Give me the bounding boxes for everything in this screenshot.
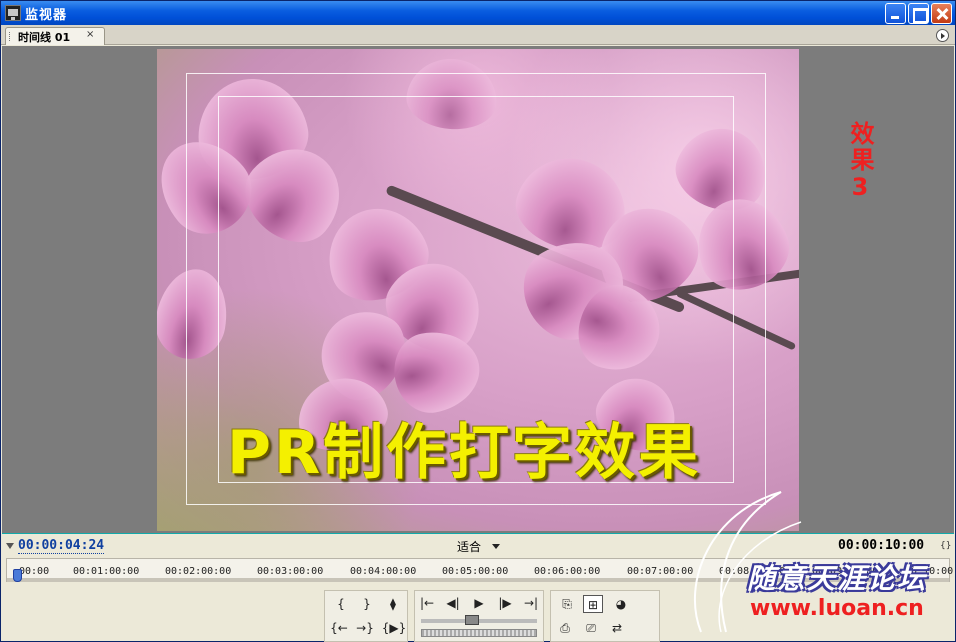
video-frame: PR制作打字效果 [157,49,799,531]
shuttle-track[interactable] [421,619,537,623]
ruler-tick: 00:04:00:00 [350,566,417,577]
program-monitor-view[interactable]: PR制作打字效果 效果3 [2,46,954,533]
watermark-line-2: www.luoan.cn [750,596,924,621]
chevron-down-icon[interactable] [492,544,500,549]
marker-controls: { } ⧫ {← →} {▶} [324,590,408,642]
set-marker-icon[interactable]: ⧫ [383,595,403,613]
monitor-window: 监视器 时间线 01 × PR制作打字效果 效果3 00:00:04:24 适合… [0,0,956,642]
video-title-text: PR制作打字效果 [227,418,702,488]
effect-label: 效果3 [846,121,874,203]
ruler-tick: 00:00 [19,566,50,577]
goto-out-button[interactable]: →} [355,619,375,637]
output-controls: ⎘ ⊞ ◕ ⎙ ⎚ ⇄ [550,590,660,642]
step-to-end-button[interactable]: →| [521,594,541,612]
monitor-controls: 00:00:04:24 适合 00:00:10:00 {} 00:00 00:0… [2,491,954,642]
duration-timecode: 00:00:10:00 [838,538,925,553]
output-icon[interactable]: ◕ [611,595,631,613]
tab-close-icon[interactable]: × [86,29,94,40]
current-timecode[interactable]: 00:00:04:24 [18,538,105,554]
step-back-button[interactable]: ◀| [443,594,463,612]
jog-wheel[interactable] [421,629,537,637]
trim-icon[interactable]: ⇄ [607,619,627,637]
loop-icon[interactable]: ⎘ [557,595,577,613]
close-button[interactable] [931,3,952,24]
ruler-tick: 00:02:00:00 [165,566,232,577]
playhead-handle[interactable] [13,569,22,582]
maximize-button[interactable] [908,3,929,24]
tab-strip: 时间线 01 × [1,25,955,45]
step-forward-button[interactable]: |▶ [495,594,515,612]
goto-in-button[interactable]: {← [329,619,349,637]
ruler-tick: 00:03:00:00 [257,566,324,577]
playback-controls: |← ◀| ▶ |▶ →| [414,590,544,642]
ruler-tick: 00:06:00:00 [534,566,601,577]
safe-margins-icon[interactable]: ⊞ [583,595,603,613]
extract-icon[interactable]: ⎚ [581,619,601,637]
lift-icon[interactable]: ⎙ [555,619,575,637]
tab-grip-icon[interactable] [9,32,12,41]
step-to-start-button[interactable]: |← [417,594,437,612]
title-bar[interactable]: 监视器 [1,1,955,25]
watermark-line-1: 随意天涯论坛 [747,562,928,595]
monitor-app-icon [5,5,21,21]
current-time-marker-icon [6,543,14,549]
play-button[interactable]: ▶ [469,594,489,612]
transport-controls: { } ⧫ {← →} {▶} |← ◀| ▶ |▶ →| ⎘ ⊞ ◕ ⎙ ⎚ … [324,590,660,642]
set-out-button[interactable]: } [357,595,377,613]
window-title: 监视器 [25,8,68,23]
play-in-to-out-button[interactable]: {▶} [381,619,407,637]
ruler-tick: 00:01:00:00 [73,566,140,577]
tab-timeline-01[interactable]: 时间线 01 × [5,27,105,45]
ruler-tick: 00:05:00:00 [442,566,509,577]
tab-label: 时间线 01 [18,31,71,44]
duration-brackets-icon: {} [940,541,952,551]
panel-menu-icon[interactable] [936,29,949,42]
zoom-select[interactable]: 适合 [457,538,481,555]
set-in-button[interactable]: { [331,595,351,613]
minimize-button[interactable] [885,3,906,24]
shuttle-knob[interactable] [465,615,479,625]
